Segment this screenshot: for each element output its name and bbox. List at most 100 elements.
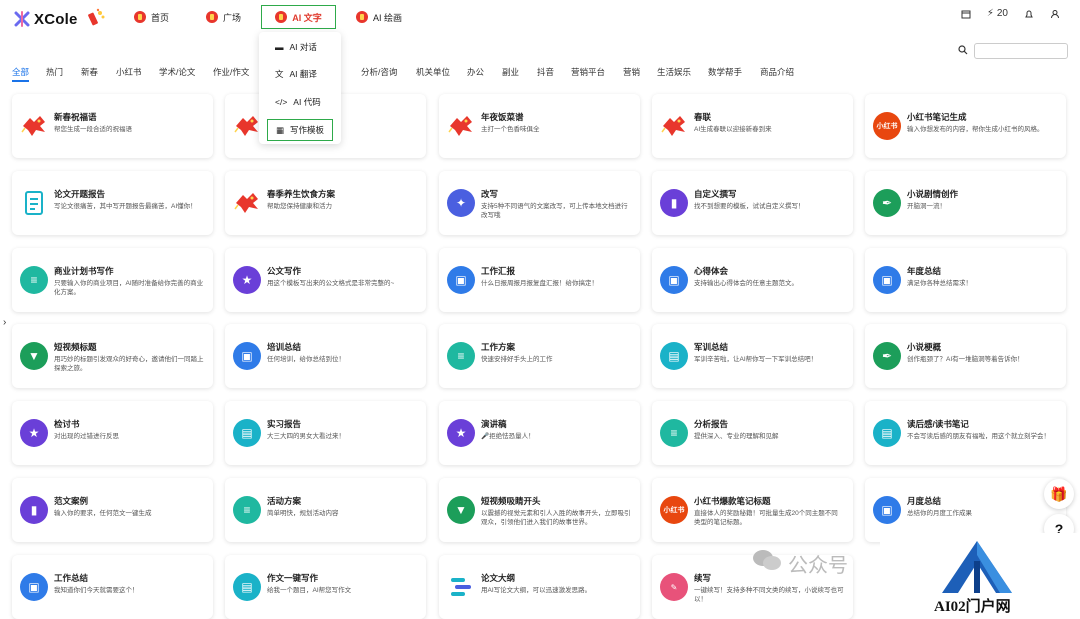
- category-tab[interactable]: 商品介绍: [760, 66, 794, 78]
- category-tab[interactable]: 学术/论文: [159, 66, 195, 78]
- category-tab[interactable]: 生活娱乐: [657, 66, 691, 78]
- template-card[interactable]: ✒ 小说梗概 创作瓶颈了？AI有一堆脑洞等着告诉你！: [865, 324, 1066, 388]
- card-description: 直接体人的奖励秘籍！可批量生成20个同主题不同类型的笔记标题。: [694, 510, 838, 526]
- card-title: 论文大纲: [481, 573, 516, 583]
- nav-ai-painting[interactable]: AI 绘画: [348, 5, 410, 29]
- card-description: 帮助您保持健康和活力: [267, 203, 332, 210]
- points-display[interactable]: ⚡ 20: [987, 8, 1008, 19]
- card-title: 读后感/读书笔记: [907, 419, 969, 429]
- doc-lines-icon: ≡: [20, 266, 48, 294]
- gift-icon[interactable]: 🎁: [1044, 479, 1074, 509]
- template-card[interactable]: ★ 演讲稿 🎤拒绝怯恐量人！: [439, 401, 640, 465]
- card-title: 短视频吸睛开头: [481, 496, 541, 506]
- template-card[interactable]: ▣ 工作汇报 什么日报周报月报复盘汇报！给你搞定！: [439, 248, 640, 312]
- calendar-icon[interactable]: [961, 9, 971, 19]
- category-tab[interactable]: 新春: [81, 66, 98, 78]
- template-card[interactable]: 春季养生饮食方案 帮助您保持健康和活力: [225, 171, 426, 235]
- template-card[interactable]: ▣ 年度总结 满足你各种总结需求！: [865, 248, 1066, 312]
- template-card[interactable]: ✒ 小说剧情创作 开脑洞一流！: [865, 171, 1066, 235]
- dropdown-item-ai-translate[interactable]: 文 AI 翻译: [259, 63, 341, 85]
- card-description: 只要输入你的商业项目，AI随时准备给你完善的商业化方案。: [54, 280, 204, 296]
- expand-sidebar-icon[interactable]: ›: [3, 317, 6, 328]
- category-tab[interactable]: 抖音: [537, 66, 554, 78]
- template-card[interactable]: ▼ 短视频吸睛开头 以震撼的视觉元素和引人入胜的故事开头，立即吸引观众，引领他们进入…: [439, 478, 640, 542]
- template-card[interactable]: ★ 检讨书 对出现的过错进行反思: [12, 401, 213, 465]
- nav-home[interactable]: 首页: [126, 5, 177, 29]
- category-tab[interactable]: 营销: [623, 66, 640, 78]
- template-card[interactable]: ▤ 读后感/读书笔记 不会写读后感的朋友有福啦，用这个就立刻学会！: [865, 401, 1066, 465]
- category-tab[interactable]: 机关单位: [416, 66, 450, 78]
- template-card[interactable]: ▮ 范文案例 输入你的要求，任何范文一键生成: [12, 478, 213, 542]
- template-card[interactable]: ▤ 军训总结 军训辛苦啦，让AI帮你写一下军训总结吧！: [652, 324, 853, 388]
- template-card[interactable]: 论文大纲 用AI写论文大纲，可以迅速激发思路。: [439, 555, 640, 619]
- card-description: 用巧妙的标题引发观众的好奇心，邀请他们一同踏上探索之旅。: [54, 356, 204, 372]
- lightning-icon: ⚡: [986, 8, 994, 19]
- card-description: 开脑洞一流！: [907, 203, 946, 210]
- dragon-icon: [660, 112, 688, 140]
- search-icon[interactable]: [958, 42, 968, 60]
- bell-icon[interactable]: [1024, 9, 1034, 19]
- user-icon[interactable]: [1050, 9, 1060, 19]
- category-tab[interactable]: 全部: [12, 66, 29, 78]
- header-actions: ⚡ 20: [961, 8, 1060, 19]
- card-description: 大三大四的男女大看过来！: [267, 433, 345, 440]
- dragon-icon: [233, 189, 261, 217]
- card-title: 年夜饭菜谱: [481, 112, 524, 122]
- template-card[interactable]: 小红书 小红书笔记生成 输入你想发布的内容，帮你生成小红书的风格。: [865, 94, 1066, 158]
- category-tab[interactable]: 小红书: [116, 66, 142, 78]
- card-title: 作文一键写作: [267, 573, 319, 583]
- template-card[interactable]: ▣ 培训总结 任何培训，给你总结到位！: [225, 324, 426, 388]
- template-card[interactable]: ≡ 商业计划书写作 只要输入你的商业项目，AI随时准备给你完善的商业化方案。: [12, 248, 213, 312]
- book-icon: ▮: [20, 496, 48, 524]
- dropdown-item-ai-chat[interactable]: ▬ AI 对话: [259, 36, 341, 58]
- category-tab[interactable]: 热门: [46, 66, 63, 78]
- site-logo[interactable]: XCole: [14, 7, 108, 31]
- template-card[interactable]: 论文开题报告 写论文很痛苦，其中写开题报告最痛苦，AI懂你！: [12, 171, 213, 235]
- dropdown-item-writing-template[interactable]: ▦ 写作模板: [267, 119, 333, 141]
- category-tab[interactable]: 分析/咨询: [361, 66, 397, 78]
- template-card[interactable]: ★ 公文写作 用这个模板写出来的公文格式是非常完整的~: [225, 248, 426, 312]
- template-card[interactable]: ▣ 心得体会 支持输出心得体会的任意主题范文。: [652, 248, 853, 312]
- category-tab[interactable]: 营销平台: [571, 66, 605, 78]
- category-tab[interactable]: 数学帮手: [708, 66, 742, 78]
- card-description: 给我一个题目，AI帮您写作文: [267, 587, 352, 594]
- pen-edit-icon: ✎: [660, 573, 688, 601]
- category-tab[interactable]: 办公: [467, 66, 484, 78]
- dropdown-item-label: 写作模板: [290, 125, 325, 135]
- id-card-icon: ▤: [233, 419, 261, 447]
- category-tab[interactable]: 作业/作文: [213, 66, 249, 78]
- card-title: 培训总结: [267, 342, 302, 352]
- template-card[interactable]: ≡ 活动方案 简单明快，规划活动内容: [225, 478, 426, 542]
- template-card[interactable]: 小红书 小红书爆款笔记标题 直接体人的奖励秘籍！可批量生成20个同主题不同类型的笔记…: [652, 478, 853, 542]
- chat-icon: ▬: [275, 42, 284, 52]
- search-input[interactable]: [974, 43, 1068, 59]
- card-title: 新春祝福语: [54, 112, 97, 122]
- card-description: 写论文很痛苦，其中写开题报告最痛苦，AI懂你！: [54, 203, 197, 210]
- card-title: 年度总结: [907, 266, 942, 276]
- template-card[interactable]: ✦ 改写 支持5种不同语气的文案改写，可上传本地文档进行改写哦: [439, 171, 640, 235]
- template-card[interactable]: ▤ 实习报告 大三大四的男女大看过来！: [225, 401, 426, 465]
- card-description: 找不到想要的模板，试试自定义撰写！: [694, 203, 805, 210]
- card-description: 对出现的过错进行反思: [54, 433, 119, 440]
- nav-plaza[interactable]: 广场: [198, 5, 249, 29]
- template-card[interactable]: 春联 AI生成春联以迎接新春到来: [652, 94, 853, 158]
- template-card[interactable]: 新春祝福语 帮您生成一段合适的祝福语: [12, 94, 213, 158]
- card-title: 月度总结: [907, 496, 942, 506]
- template-card[interactable]: ≡ 工作方案 快速安排好手头上的工作: [439, 324, 640, 388]
- wechat-watermark: 公众号: [752, 548, 848, 578]
- card-description: 什么日报周报月报复盘汇报！给你搞定！: [481, 280, 598, 287]
- template-card[interactable]: ▮ 自定义撰写 找不到想要的模板，试试自定义撰写！: [652, 171, 853, 235]
- dropdown-item-ai-code[interactable]: </> AI 代码: [259, 91, 341, 113]
- category-tab[interactable]: 副业: [502, 66, 519, 78]
- template-card[interactable]: 年夜饭菜谱 主打一个色香味俱全: [439, 94, 640, 158]
- template-card[interactable]: ≡ 分析报告 提供深入、专业的理解和见解: [652, 401, 853, 465]
- nav-ai-text[interactable]: AI 文字: [261, 5, 336, 29]
- template-card[interactable]: ▼ 短视频标题 用巧妙的标题引发观众的好奇心，邀请他们一同踏上探索之旅。: [12, 324, 213, 388]
- id-card-icon: ▤: [660, 342, 688, 370]
- template-card[interactable]: ▣ 工作总结 我知道你们今天就需要这个！: [12, 555, 213, 619]
- xiaohongshu-icon: 小红书: [873, 112, 901, 140]
- logo-mark-icon: [14, 11, 30, 27]
- card-title: 短视频标题: [54, 342, 97, 352]
- template-card[interactable]: ▤ 作文一键写作给我一个题目，AI帮您写作文: [225, 555, 426, 619]
- id-card-icon: ▤: [233, 573, 261, 601]
